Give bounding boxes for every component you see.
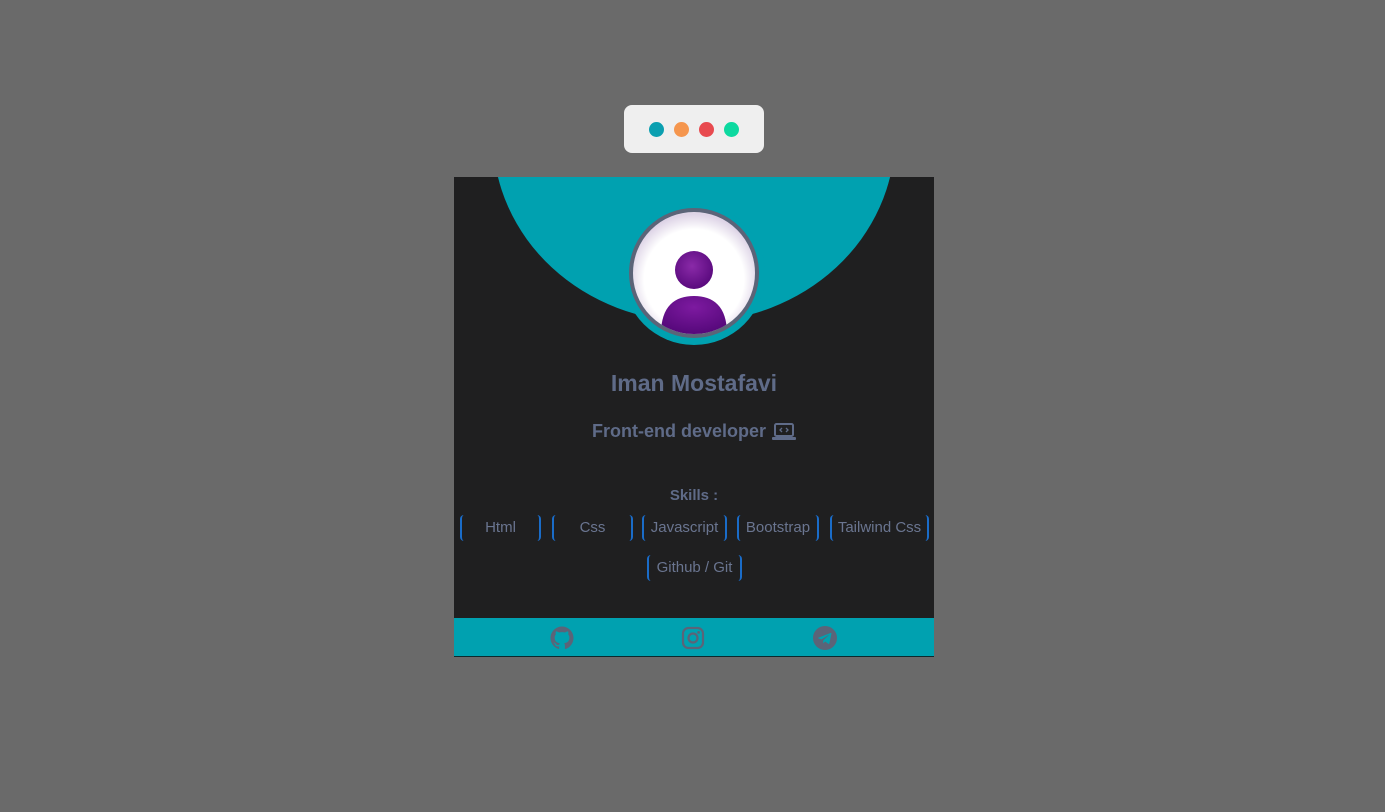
skill-html: Html <box>460 515 541 541</box>
skill-github-git: Github / Git <box>647 555 742 581</box>
github-icon[interactable] <box>550 626 574 650</box>
telegram-icon[interactable] <box>813 626 837 650</box>
avatar <box>629 208 759 338</box>
window-controls <box>624 105 764 153</box>
user-avatar-icon <box>661 251 727 334</box>
laptop-code-icon <box>772 422 796 440</box>
teal-dot[interactable] <box>649 121 664 137</box>
social-footer <box>454 618 934 657</box>
skill-css: Css <box>552 515 633 541</box>
green-dot[interactable] <box>724 121 739 137</box>
skill-tailwind-css: Tailwind Css <box>830 515 929 541</box>
role-label: Front-end developer <box>591 421 766 441</box>
red-dot[interactable] <box>699 121 714 137</box>
profile-role: Front-end developer <box>454 421 934 442</box>
instagram-icon[interactable] <box>681 626 705 650</box>
skill-bootstrap: Bootstrap <box>737 515 819 541</box>
profile-name: Iman Mostafavi <box>610 370 778 396</box>
skill-javascript: Javascript <box>642 515 727 541</box>
profile-card: Iman Mostafavi Front-end developer Skill… <box>454 177 934 657</box>
orange-dot[interactable] <box>674 121 689 137</box>
skills-title: Skills : <box>669 487 719 504</box>
